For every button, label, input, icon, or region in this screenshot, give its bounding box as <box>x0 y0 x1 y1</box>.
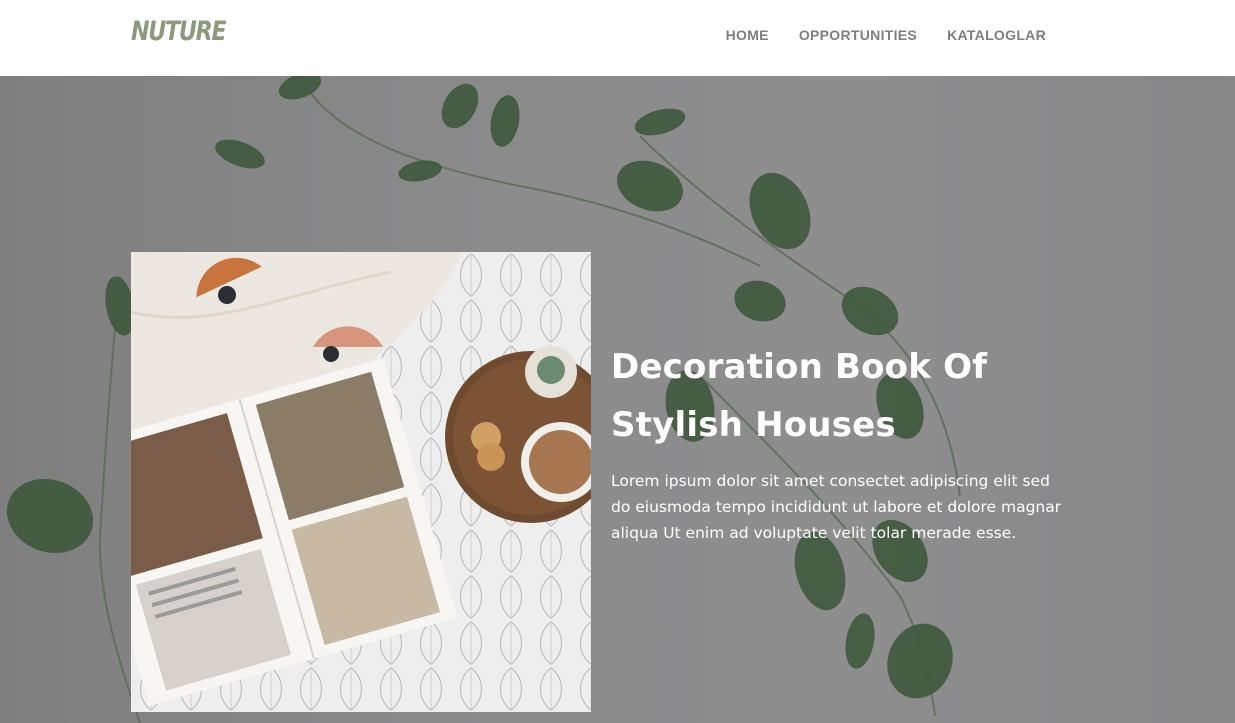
brand-logo[interactable]: NUTURE <box>131 16 227 47</box>
hero-copy: Decoration Book Of Stylish Houses Lorem … <box>611 338 1071 546</box>
nav-home-link[interactable]: HOME <box>726 27 769 43</box>
hero-section: Decoration Book Of Stylish Houses Lorem … <box>0 76 1235 723</box>
magazine-photo-illustration <box>131 252 591 712</box>
site-header: NUTURE HOME OPPORTUNITIES KATALOGLAR <box>0 0 1235 76</box>
hero-description: Lorem ipsum dolor sit amet consectet adi… <box>611 472 1062 542</box>
main-nav: HOME OPPORTUNITIES KATALOGLAR <box>726 27 1046 43</box>
nav-kataloglar-link[interactable]: KATALOGLAR <box>947 27 1046 43</box>
hero-title: Decoration Book Of Stylish Houses <box>611 347 988 445</box>
nav-opportunities-link[interactable]: OPPORTUNITIES <box>799 27 917 43</box>
magazine-photo <box>131 252 591 712</box>
